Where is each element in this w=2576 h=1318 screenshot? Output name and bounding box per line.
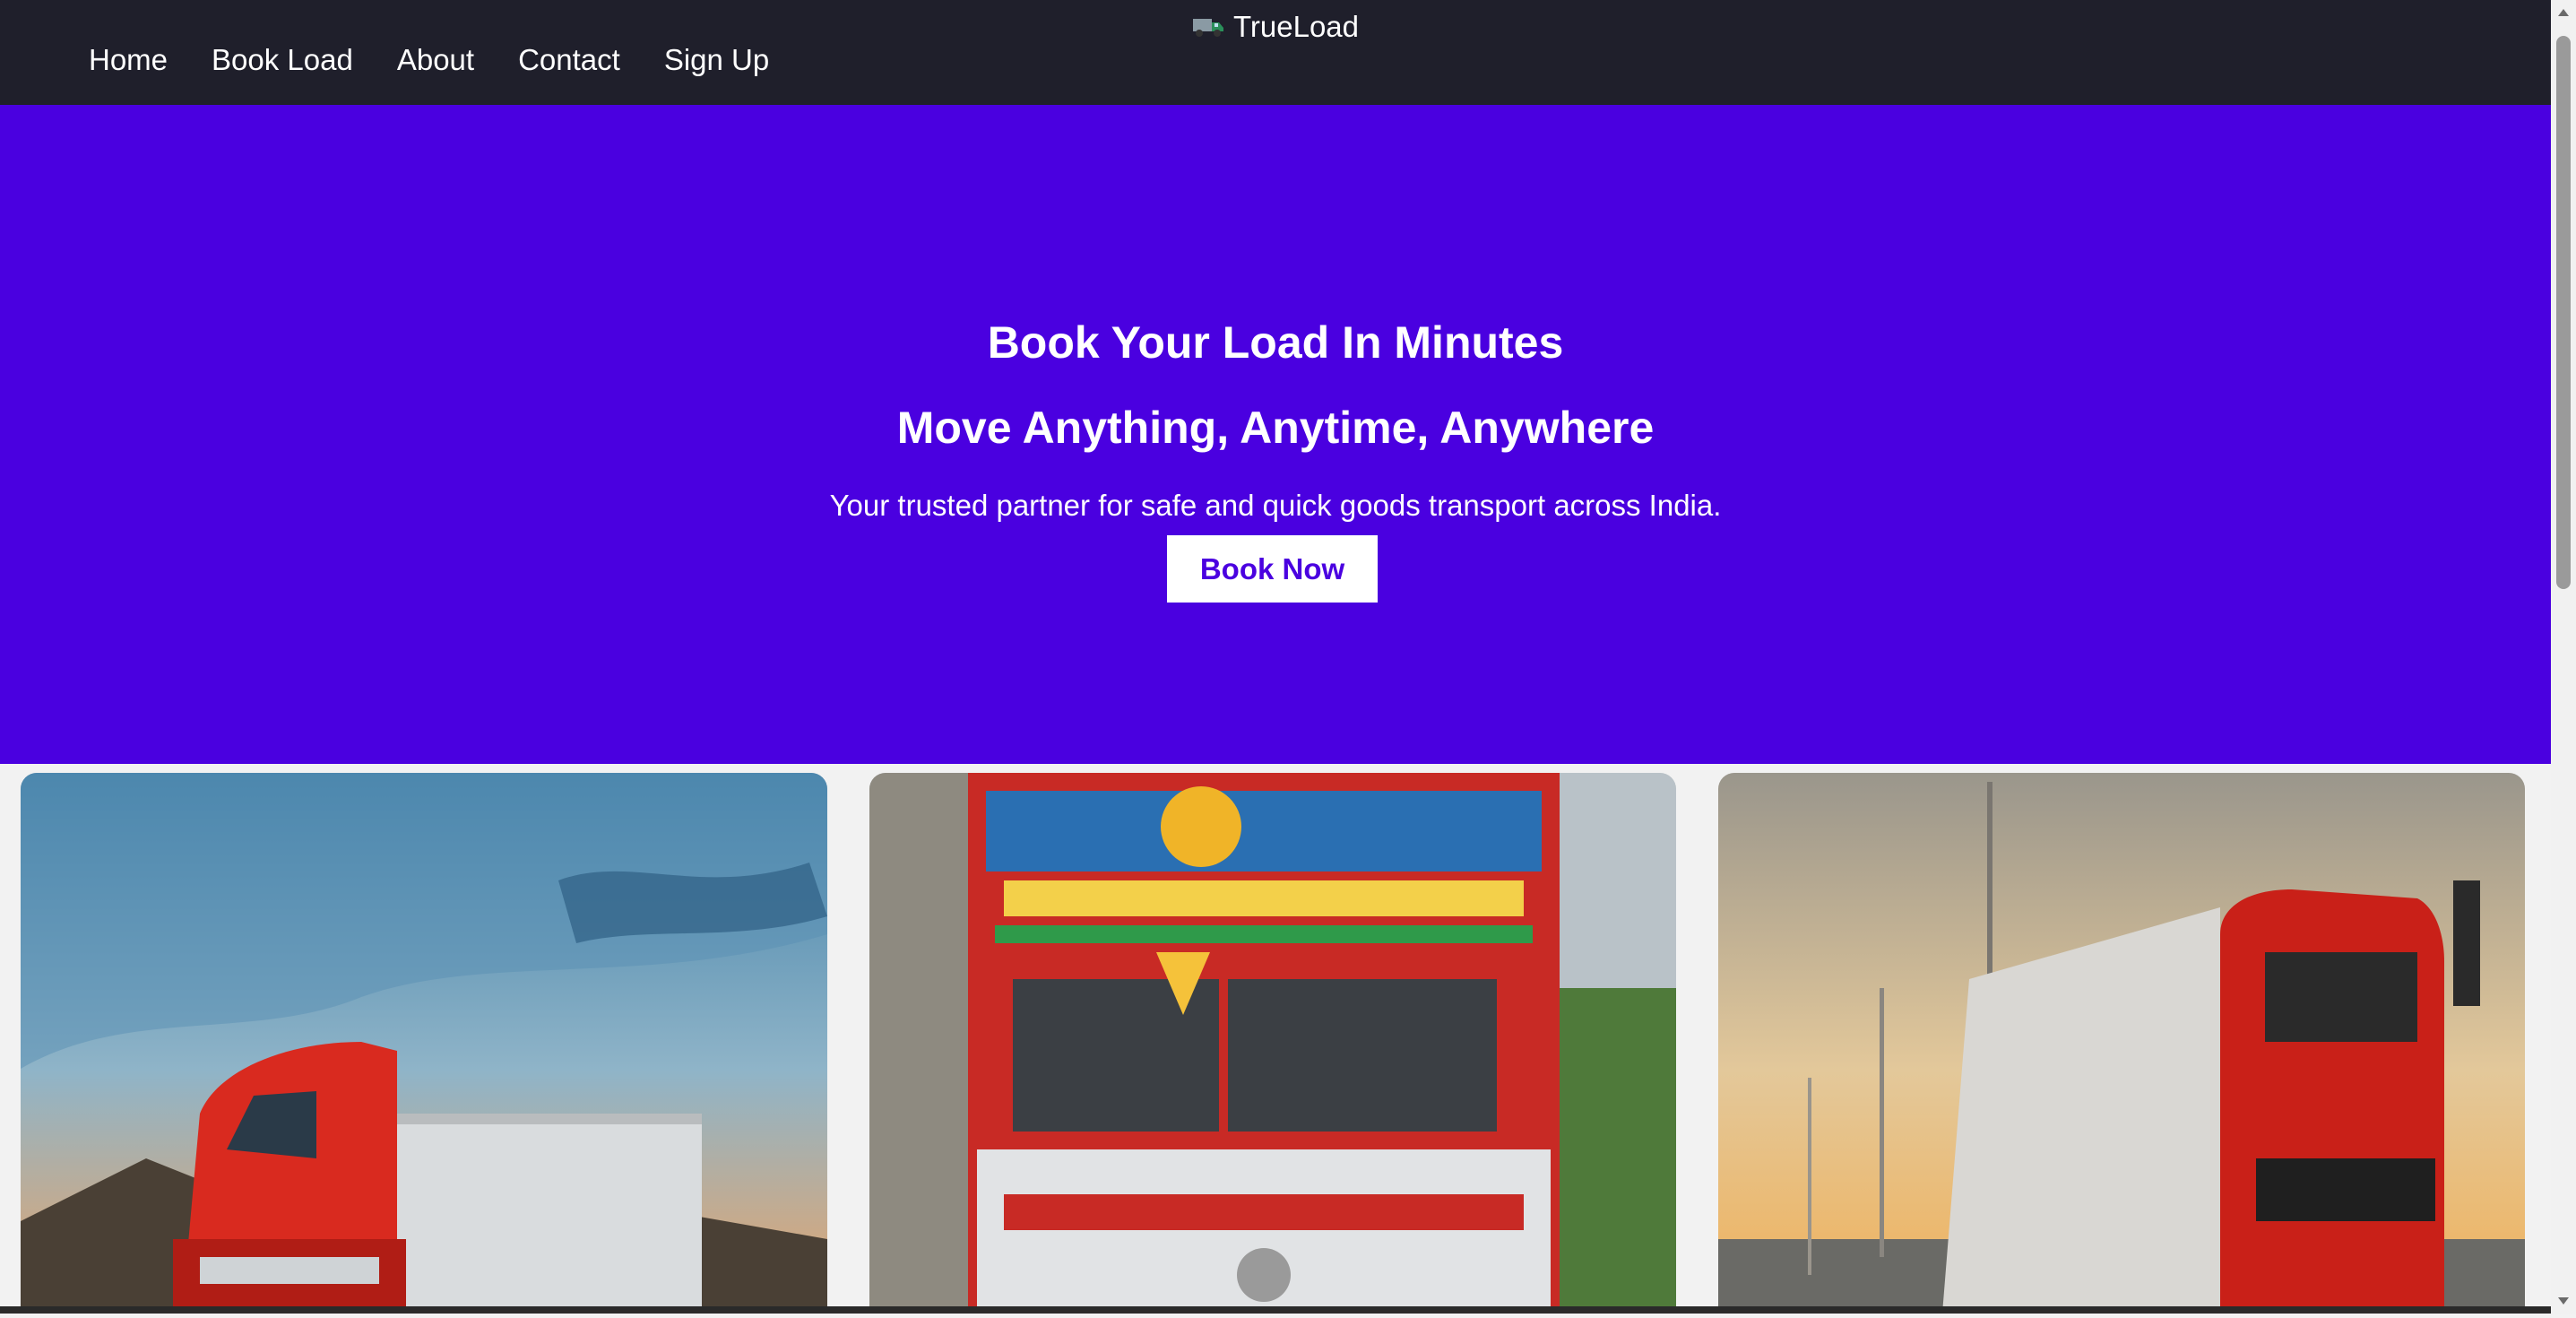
brand-name: TrueLoad — [1232, 10, 1360, 43]
truck-icon — [1192, 9, 1224, 48]
truck-card-2[interactable] — [869, 773, 1676, 1314]
book-now-button[interactable]: Book Now — [1167, 535, 1378, 603]
truck-cards — [0, 764, 2551, 1314]
hero-tagline: Your trusted partner for safe and quick … — [829, 489, 1722, 522]
truck-card-3[interactable] — [1718, 773, 2525, 1314]
vertical-scrollbar[interactable] — [2551, 0, 2576, 1314]
hero-section: Book Your Load In Minutes Move Anything,… — [0, 105, 2551, 764]
nav-sign-up[interactable]: Sign Up — [664, 41, 769, 79]
truck-card-1[interactable] — [21, 773, 827, 1314]
scroll-up-icon[interactable] — [2551, 0, 2576, 25]
truck-image-highway — [1718, 773, 2525, 1314]
bottom-edge — [0, 1306, 2551, 1314]
navbar: TrueLoad Home Book Load About Contact Si… — [0, 0, 2551, 105]
nav-contact[interactable]: Contact — [518, 41, 620, 79]
scroll-down-icon[interactable] — [2551, 1288, 2576, 1314]
nav-about[interactable]: About — [397, 41, 474, 79]
hero-subtitle: Move Anything, Anytime, Anywhere — [896, 403, 1655, 453]
nav-home[interactable]: Home — [89, 41, 168, 79]
nav-links: Home Book Load About Contact Sign Up — [89, 41, 769, 79]
truck-image-decorated — [869, 773, 1676, 1314]
hero-title: Book Your Load In Minutes — [987, 317, 1564, 368]
truck-image-red-semi — [21, 773, 827, 1314]
scrollbar-thumb[interactable] — [2556, 36, 2571, 589]
nav-book-load[interactable]: Book Load — [212, 41, 353, 79]
